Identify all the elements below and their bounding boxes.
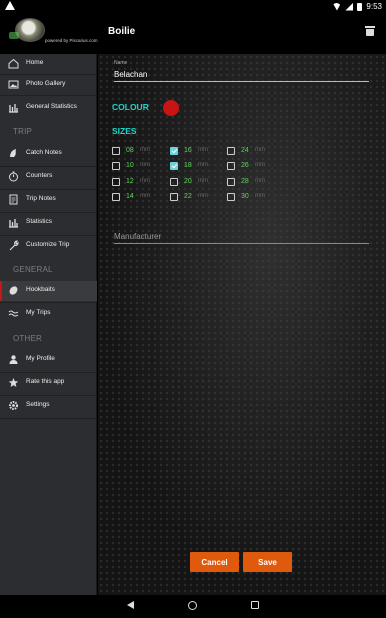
powered-by-text: powered by Piscarius.com <box>45 38 98 43</box>
home-icon <box>8 58 19 69</box>
bar-chart-icon <box>8 217 19 228</box>
sidebar-item-settings[interactable]: Settings <box>0 396 97 416</box>
size-option-30[interactable]: 30 mm <box>227 192 282 203</box>
warning-icon <box>5 1 15 10</box>
size-option-20[interactable]: 20 mm <box>170 177 225 188</box>
sizes-section-title: SIZES <box>112 126 137 136</box>
sidebar-item-hookbaits[interactable]: Hookbaits <box>0 281 97 301</box>
save-button[interactable]: Save <box>243 552 292 572</box>
size-checkbox[interactable] <box>170 178 178 186</box>
sidebar-item-my-trips[interactable]: My Trips <box>0 304 97 324</box>
manufacturer-field[interactable] <box>114 230 369 244</box>
battery-icon <box>357 2 363 11</box>
sidebar-item-catch-notes[interactable]: Catch Notes <box>0 144 97 164</box>
boilie-icon <box>8 285 19 296</box>
size-option-16[interactable]: 16 mm <box>170 146 225 157</box>
sidebar-item-home[interactable]: Home <box>0 54 97 74</box>
size-option-24[interactable]: 24 mm <box>227 146 282 157</box>
sidebar-item-my-profile[interactable]: My Profile <box>0 350 97 370</box>
app-toolbar: powered by Piscarius.com Boilie <box>0 14 386 54</box>
colour-section-title: COLOUR <box>112 102 149 112</box>
size-option-26[interactable]: 26 mm <box>227 161 282 172</box>
section-title-other: OTHER <box>13 334 42 343</box>
recent-apps-icon[interactable] <box>251 601 259 609</box>
size-checkbox[interactable] <box>227 147 235 155</box>
sidebar-item-rate-this-app[interactable]: Rate this app <box>0 373 97 393</box>
size-option-18[interactable]: 18 mm <box>170 161 225 172</box>
back-icon[interactable] <box>127 601 134 609</box>
navigation-drawer: Home Photo Gallery General Statistics TR… <box>0 54 97 595</box>
star-icon <box>8 377 19 388</box>
waves-icon <box>8 308 19 319</box>
size-checkbox[interactable] <box>227 178 235 186</box>
sidebar-item-trip-notes[interactable]: Trip Notes <box>0 190 97 210</box>
sidebar-item-customize-trip[interactable]: Customize Trip <box>0 236 97 256</box>
section-title-general: GENERAL <box>13 265 53 274</box>
size-option-28[interactable]: 28 mm <box>227 177 282 188</box>
sidebar-item-general-statistics[interactable]: General Statistics <box>0 98 97 118</box>
signal-icon <box>345 2 354 11</box>
system-navigation-bar <box>0 595 386 618</box>
size-checkbox[interactable] <box>170 162 178 170</box>
timer-icon <box>8 171 19 182</box>
name-field[interactable] <box>114 68 369 82</box>
notes-icon <box>8 194 19 205</box>
hookbait-form: Name COLOUR SIZES 08 mm 10 mm 12 mm 14 m… <box>98 54 386 595</box>
status-bar: 9:53 <box>0 0 386 14</box>
trash-icon <box>365 26 375 28</box>
bar-chart-icon <box>8 102 19 113</box>
size-option-22[interactable]: 22 mm <box>170 192 225 203</box>
size-option-12[interactable]: 12 mm <box>112 177 167 188</box>
size-checkbox[interactable] <box>170 147 178 155</box>
name-field-label: Name <box>114 60 128 66</box>
size-checkbox[interactable] <box>112 162 120 170</box>
sidebar-item-photo-gallery[interactable]: Photo Gallery <box>0 75 97 95</box>
app-window: 9:53 powered by Piscarius.com Boilie Hom… <box>0 0 386 618</box>
home-circle-icon[interactable] <box>188 601 197 610</box>
app-logo[interactable] <box>15 18 45 42</box>
sidebar-item-counters[interactable]: Counters <box>0 167 97 187</box>
size-checkbox[interactable] <box>112 178 120 186</box>
system-tray: 9:53 <box>332 2 382 11</box>
delete-button[interactable] <box>365 26 375 36</box>
size-checkbox[interactable] <box>227 193 235 201</box>
logo-badge <box>9 32 19 39</box>
cancel-button[interactable]: Cancel <box>190 552 239 572</box>
person-icon <box>8 354 19 365</box>
size-option-08[interactable]: 08 mm <box>112 146 167 157</box>
wifi-icon <box>332 2 342 11</box>
wrench-icon <box>8 240 19 251</box>
size-checkbox[interactable] <box>112 193 120 201</box>
size-option-10[interactable]: 10 mm <box>112 161 167 172</box>
gallery-icon <box>8 79 19 90</box>
page-title: Boilie <box>108 26 136 37</box>
fish-icon <box>8 148 19 159</box>
size-option-14[interactable]: 14 mm <box>112 192 167 203</box>
colour-picker-swatch[interactable] <box>163 100 179 116</box>
clock: 9:53 <box>366 2 382 11</box>
size-checkbox[interactable] <box>112 147 120 155</box>
size-checkbox[interactable] <box>170 193 178 201</box>
gear-icon <box>8 400 19 411</box>
sidebar-item-statistics[interactable]: Statistics <box>0 213 97 233</box>
size-checkbox[interactable] <box>227 162 235 170</box>
section-title-trip: TRIP <box>13 127 33 136</box>
